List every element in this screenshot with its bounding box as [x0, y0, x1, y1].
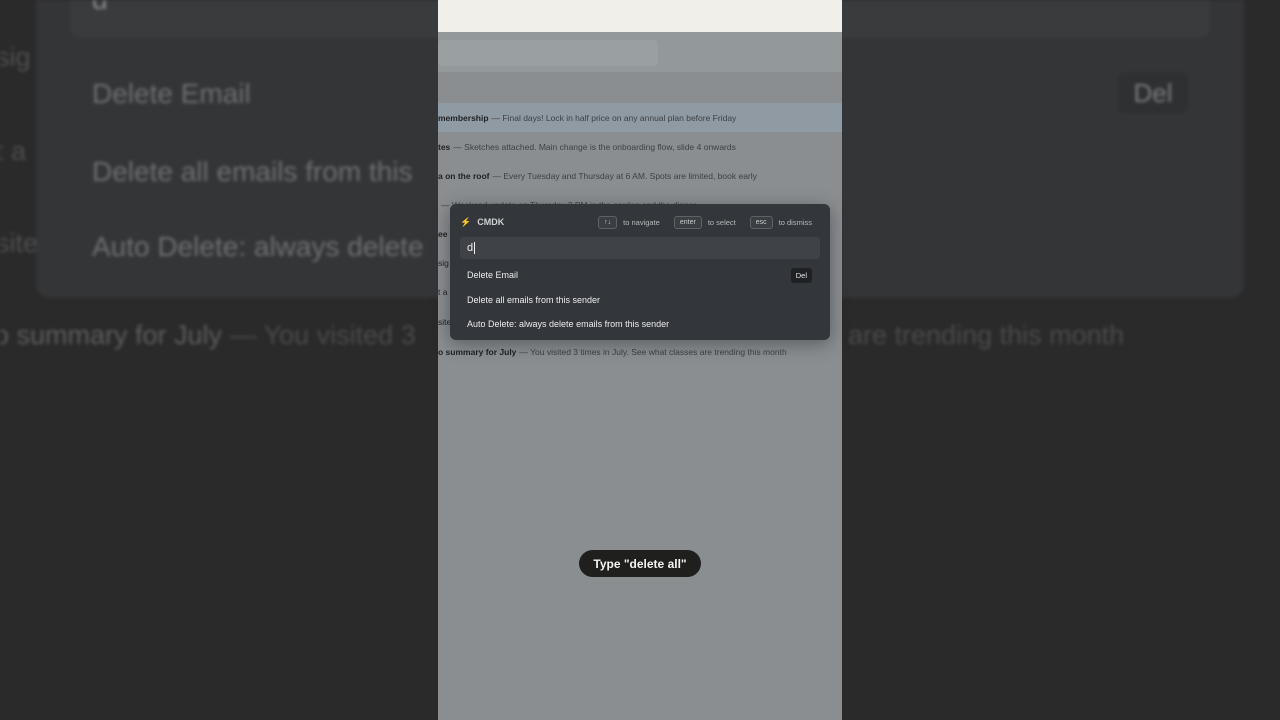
- phone-screen: membership — Final days! Lock in half pr…: [438, 0, 842, 720]
- shortcut-badge: Del: [790, 267, 812, 283]
- command-item-delete-all-from-sender[interactable]: Delete all emails from this sender: [467, 292, 812, 308]
- command-item-label: Delete all emails from this sender: [467, 295, 601, 305]
- esc-kbd: esc: [749, 215, 773, 229]
- hint-label: to select: [707, 217, 736, 227]
- hint-label: to navigate: [623, 217, 660, 227]
- bg-summary-line: o summary for July — You visited 3: [0, 320, 416, 350]
- email-app: membership — Final days! Lock in half pr…: [438, 32, 842, 720]
- palette-header: ⚡ CMDK ↑↓ to navigate enter to select es…: [460, 215, 812, 229]
- instruction-caption: Type "delete all": [579, 550, 701, 577]
- command-item-delete-email[interactable]: Delete Email Del: [467, 267, 812, 283]
- command-search-input[interactable]: d: [460, 237, 820, 259]
- enter-kbd: enter: [673, 215, 702, 229]
- app-search-bar[interactable]: [438, 40, 658, 66]
- bg-left-fragment: sig: [0, 42, 31, 72]
- command-palette: ⚡ CMDK ↑↓ to navigate enter to select es…: [450, 204, 830, 340]
- bg-item-delete-email: Delete Email: [92, 78, 251, 109]
- palette-title: ⚡ CMDK: [460, 216, 505, 228]
- status-bar: [438, 0, 842, 32]
- hint-label: to dismiss: [778, 217, 812, 227]
- lightning-bolt-icon: ⚡: [460, 216, 472, 227]
- bg-item-delete-all: Delete all emails from this: [92, 156, 413, 187]
- email-row[interactable]: tes — Sketches attached. Main change is …: [438, 132, 842, 161]
- arrow-keys-kbd: ↑↓: [598, 215, 618, 229]
- command-item-auto-delete[interactable]: Auto Delete: always delete emails from t…: [467, 316, 812, 332]
- bg-summary-tail: are trending this month: [848, 320, 1125, 350]
- keyboard-hints: ↑↓ to navigate enter to select esc to di…: [598, 215, 812, 229]
- email-row[interactable]: membership — Final days! Lock in half pr…: [438, 103, 842, 132]
- command-item-label: Auto Delete: always delete emails from t…: [467, 319, 670, 329]
- bg-del-badge: Del: [1118, 72, 1188, 114]
- bg-item-auto-delete: Auto Delete: always delete: [92, 231, 424, 262]
- bg-left-fragment: site: [0, 228, 39, 258]
- app-header: [438, 32, 842, 72]
- bg-left-fragment: t a: [0, 136, 27, 166]
- text-caret: [474, 242, 476, 254]
- command-item-label: Delete Email: [467, 270, 519, 280]
- bg-search-query: d: [92, 0, 108, 16]
- email-row[interactable]: a on the roof — Every Tuesday and Thursd…: [438, 161, 842, 190]
- email-row[interactable]: o summary for July — You visited 3 times…: [438, 337, 842, 366]
- command-query-text: d: [467, 242, 474, 254]
